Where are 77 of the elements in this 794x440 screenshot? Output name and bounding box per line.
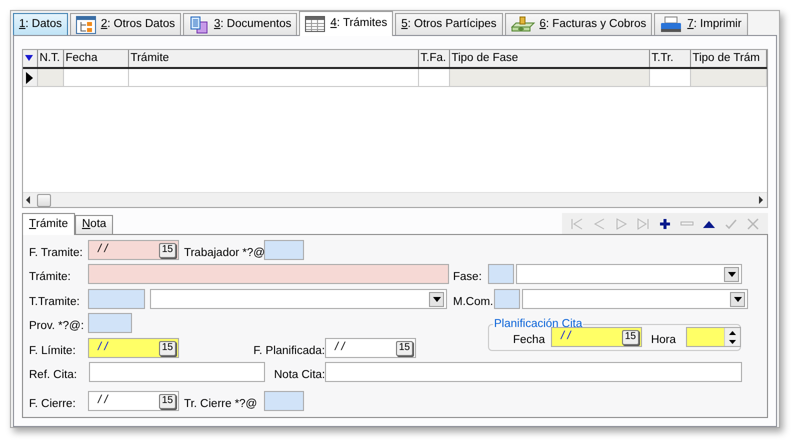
calendar-button[interactable]: 15 xyxy=(622,330,639,344)
grid-cell[interactable] xyxy=(649,68,690,86)
date-field[interactable]: / / 15 xyxy=(88,240,179,260)
horizontal-scrollbar[interactable] xyxy=(23,192,767,207)
scroll-thumb[interactable] xyxy=(37,194,51,206)
grid-cell[interactable] xyxy=(128,68,418,86)
field-label: M.Com. xyxy=(453,295,494,309)
grid-cell[interactable] xyxy=(418,68,449,86)
dropdown-field[interactable] xyxy=(516,264,742,284)
date-field[interactable]: / / 15 xyxy=(88,391,179,411)
field-label: Prov. *?@: xyxy=(29,319,85,333)
column-header[interactable]: Tipo de Trám xyxy=(690,50,766,68)
tab[interactable]: 7: Imprimir xyxy=(654,13,748,35)
field-label: Hora xyxy=(650,333,676,347)
input-field[interactable] xyxy=(89,362,265,382)
table-icon xyxy=(305,16,326,32)
column-header[interactable]: Trámite xyxy=(128,50,418,68)
field-label: Ref. Cita: xyxy=(29,368,78,382)
column-header[interactable]: T.Tr. xyxy=(649,50,690,68)
field-label: Fecha xyxy=(513,333,545,347)
dropdown-field[interactable] xyxy=(522,289,748,309)
field-label: F. Cierre: xyxy=(29,397,77,411)
grid-cell[interactable] xyxy=(449,68,649,86)
date-field[interactable]: / / 15 xyxy=(325,338,416,358)
spin-down-icon[interactable] xyxy=(728,340,736,344)
date-field[interactable]: / / 15 xyxy=(88,338,179,358)
input-field[interactable] xyxy=(488,264,514,284)
tab[interactable]: 5: Otros Partícipes xyxy=(395,13,502,35)
date-field[interactable]: / / 15 xyxy=(550,327,642,347)
tab[interactable]: 6: Facturas y Cobros xyxy=(504,13,652,35)
documents-icon xyxy=(189,16,209,34)
scroll-left-icon[interactable] xyxy=(26,196,31,204)
dropdown-arrow-icon[interactable] xyxy=(432,296,440,302)
filter-icon[interactable] xyxy=(25,54,33,62)
tab[interactable]: Nota xyxy=(74,215,114,234)
dropdown-arrow-icon[interactable] xyxy=(728,272,736,276)
input-field[interactable] xyxy=(494,289,520,309)
calendar-button[interactable]: 15 xyxy=(158,340,176,356)
input-field[interactable] xyxy=(264,391,304,411)
field-label: F. Límite: xyxy=(29,344,77,358)
grid-cell[interactable] xyxy=(37,68,63,86)
grid-cell[interactable] xyxy=(690,68,766,86)
calendar-button[interactable]: 15 xyxy=(158,242,176,258)
grid-cell[interactable] xyxy=(63,68,128,86)
dropdown-field[interactable] xyxy=(150,289,447,309)
input-field[interactable] xyxy=(88,313,132,333)
column-header[interactable]: Fecha xyxy=(63,50,128,68)
field-label: Trabajador *?@ xyxy=(184,246,264,260)
input-field[interactable] xyxy=(325,362,742,382)
input-field[interactable] xyxy=(88,264,449,284)
input-field[interactable] xyxy=(88,289,145,309)
field-label: F. Planificada: xyxy=(252,344,325,358)
tab[interactable]: 1: Datos xyxy=(13,13,68,35)
field-label: Nota Cita: xyxy=(274,368,325,382)
field-label: Fase: xyxy=(453,270,483,284)
tab[interactable]: Trámite xyxy=(22,213,75,235)
group-title: Planificación Cita xyxy=(493,318,584,330)
tab[interactable]: 4: Trámites xyxy=(299,11,394,36)
spin-up-icon[interactable] xyxy=(728,330,736,334)
dropdown-arrow-icon[interactable] xyxy=(734,296,742,302)
time-spinner[interactable] xyxy=(686,327,741,347)
column-header[interactable]: Tipo de Fase xyxy=(449,50,649,68)
calendar-button[interactable]: 15 xyxy=(158,394,176,408)
field-label: Tr. Cierre *?@ xyxy=(184,397,258,411)
field-label: Trámite: xyxy=(29,270,72,284)
tab[interactable]: 3: Documentos xyxy=(183,13,298,35)
calendar-button[interactable]: 15 xyxy=(396,340,413,356)
printer-icon xyxy=(660,16,682,34)
tab[interactable]: 2: Otros Datos xyxy=(70,13,181,35)
scroll-right-icon[interactable] xyxy=(759,196,764,204)
input-field[interactable] xyxy=(264,240,304,260)
money-icon xyxy=(510,16,534,34)
column-header[interactable]: T.Fa. xyxy=(418,50,449,68)
column-header[interactable]: N.T. xyxy=(37,50,63,68)
field-label: T.Tramite: xyxy=(29,295,81,309)
insert-record-icon[interactable] xyxy=(658,216,672,230)
field-label: F. Tramite: xyxy=(29,246,84,260)
